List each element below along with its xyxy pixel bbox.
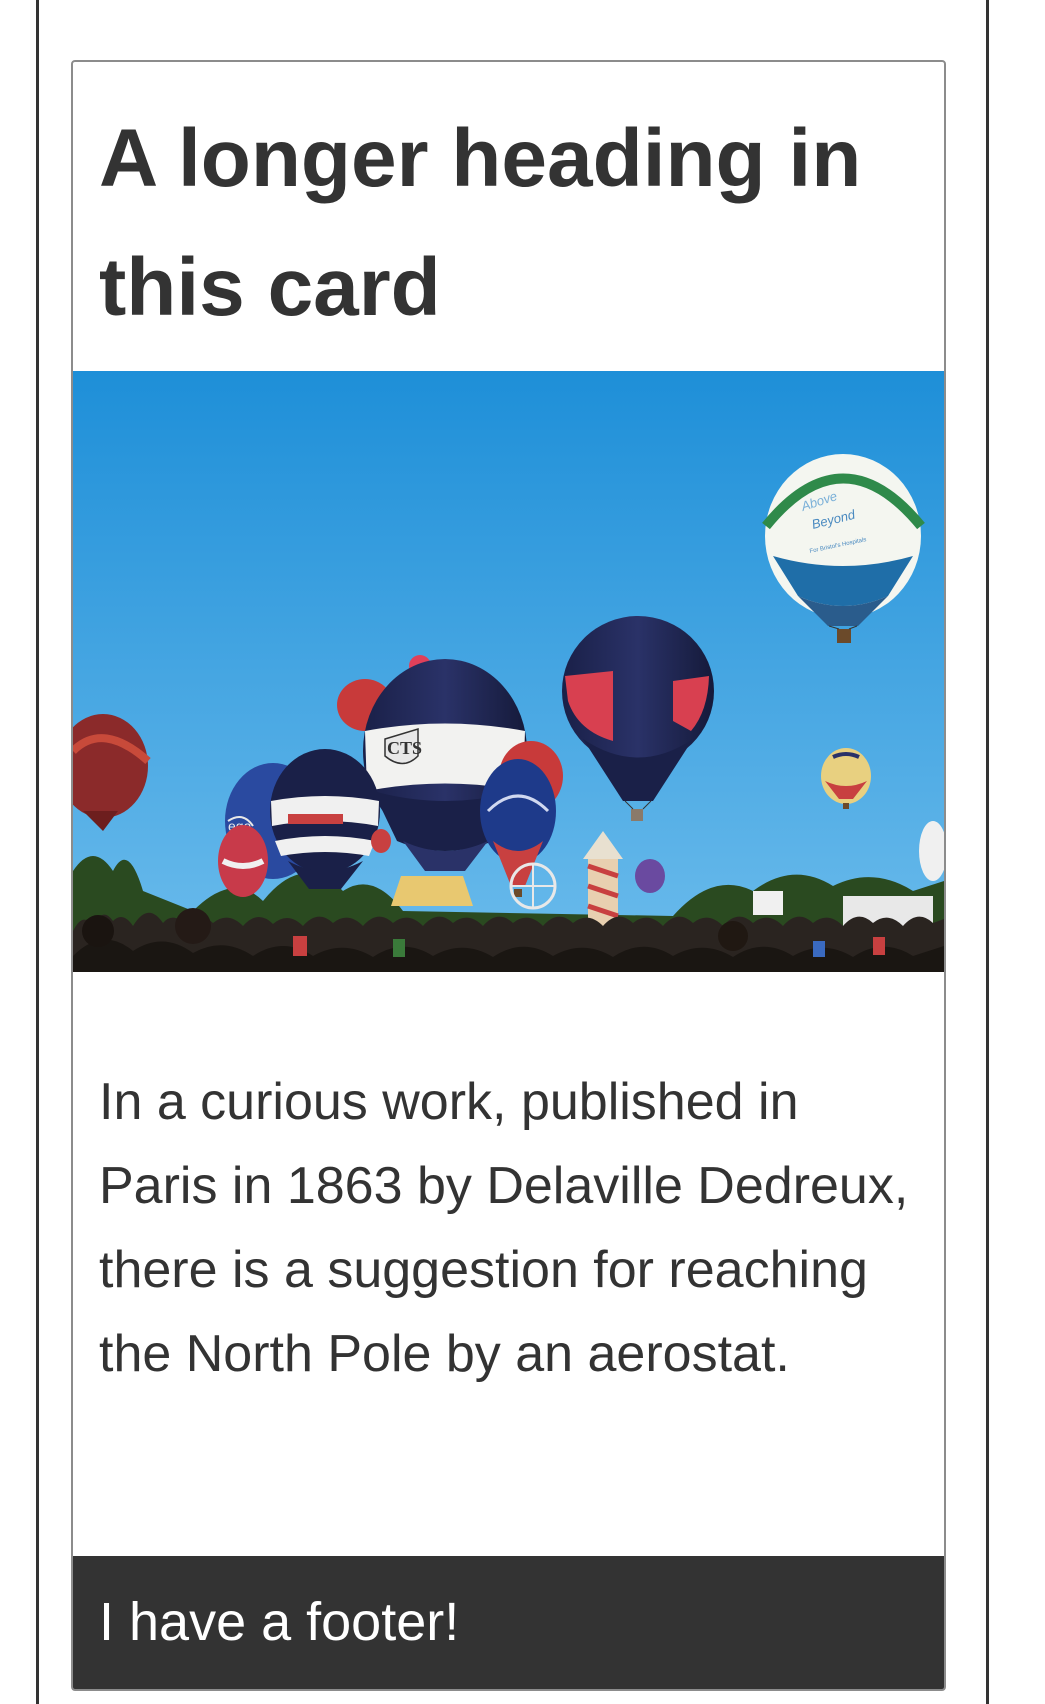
card-footer: I have a footer! [73, 1556, 944, 1689]
card-body-text: In a curious work, published in Paris in… [99, 1073, 909, 1383]
card-image: Above Beyond For Bristol's Hospitals CTS [73, 371, 944, 972]
card-heading: A longer heading in this card [99, 113, 862, 333]
svg-text:CTS: CTS [387, 738, 422, 758]
card: A longer heading in this card Above Beyo… [71, 60, 946, 1691]
